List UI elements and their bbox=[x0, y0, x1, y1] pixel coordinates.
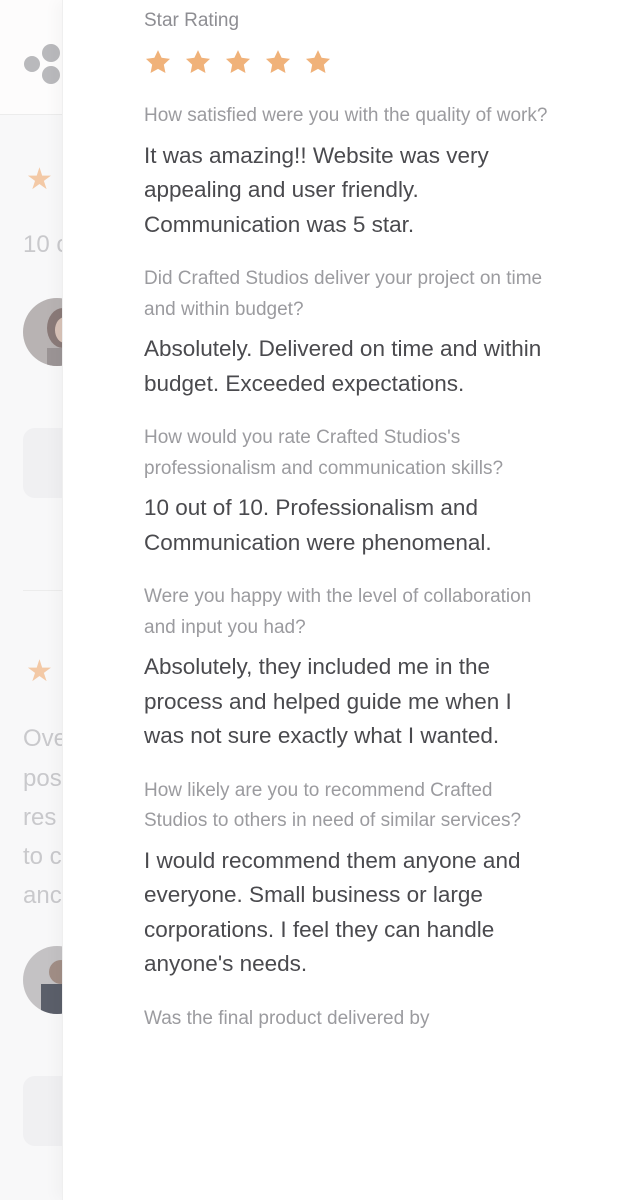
review-snippet-line: res bbox=[23, 804, 57, 831]
review-snippet-line: Ove bbox=[23, 725, 68, 752]
review-detail-sheet: Star Rating How satisfied were you with … bbox=[62, 0, 619, 1200]
star-icon bbox=[145, 50, 171, 73]
question-text: How satisfied were you with the quality … bbox=[144, 105, 548, 126]
star-rating-label: Star Rating bbox=[144, 10, 240, 31]
review-star-icon: ★ bbox=[26, 163, 53, 196]
question-answer-item: Was the final product delivered by bbox=[144, 1004, 554, 1035]
review-snippet-line: pos bbox=[23, 765, 62, 792]
answer-text: I would recommend them anyone and everyo… bbox=[144, 847, 521, 977]
question-answer-item: How would you rate Crafted Studios's pro… bbox=[144, 423, 554, 560]
review-star-icon: ★ bbox=[26, 655, 53, 688]
question-text: Did Crafted Studios deliver your project… bbox=[144, 268, 543, 320]
question-answer-item: How likely are you to recommend Crafted … bbox=[144, 776, 554, 982]
review-snippet-line: to c bbox=[23, 843, 62, 870]
answer-text: It was amazing!! Website was very appeal… bbox=[144, 142, 489, 237]
answer-text: 10 out of 10. Professionalism and Commun… bbox=[144, 495, 492, 555]
question-text: How likely are you to recommend Crafted … bbox=[144, 779, 522, 832]
answer-text: Absolutely. Delivered on time and within… bbox=[144, 336, 542, 396]
review-snippet-line: anc bbox=[23, 882, 62, 909]
question-text: Was the final product delivered by bbox=[144, 1007, 430, 1029]
answer-text: Absolutely, they included me in the proc… bbox=[144, 654, 512, 748]
question-answer-list: How satisfied were you with the quality … bbox=[144, 101, 554, 1034]
star-icon bbox=[305, 50, 331, 73]
star-icon bbox=[265, 50, 291, 73]
question-answer-item: How satisfied were you with the quality … bbox=[144, 101, 554, 242]
question-answer-item: Were you happy with the level of collabo… bbox=[144, 582, 554, 754]
question-text: How would you rate Crafted Studios's pro… bbox=[144, 427, 504, 479]
brand-logo[interactable] bbox=[24, 44, 64, 84]
review-detail-content: Star Rating How satisfied were you with … bbox=[144, 8, 554, 1034]
star-icon bbox=[185, 50, 211, 73]
star-rating bbox=[144, 48, 554, 76]
star-icon bbox=[225, 50, 251, 73]
question-text: Were you happy with the level of collabo… bbox=[144, 586, 532, 638]
question-answer-item: Did Crafted Studios deliver your project… bbox=[144, 264, 554, 401]
